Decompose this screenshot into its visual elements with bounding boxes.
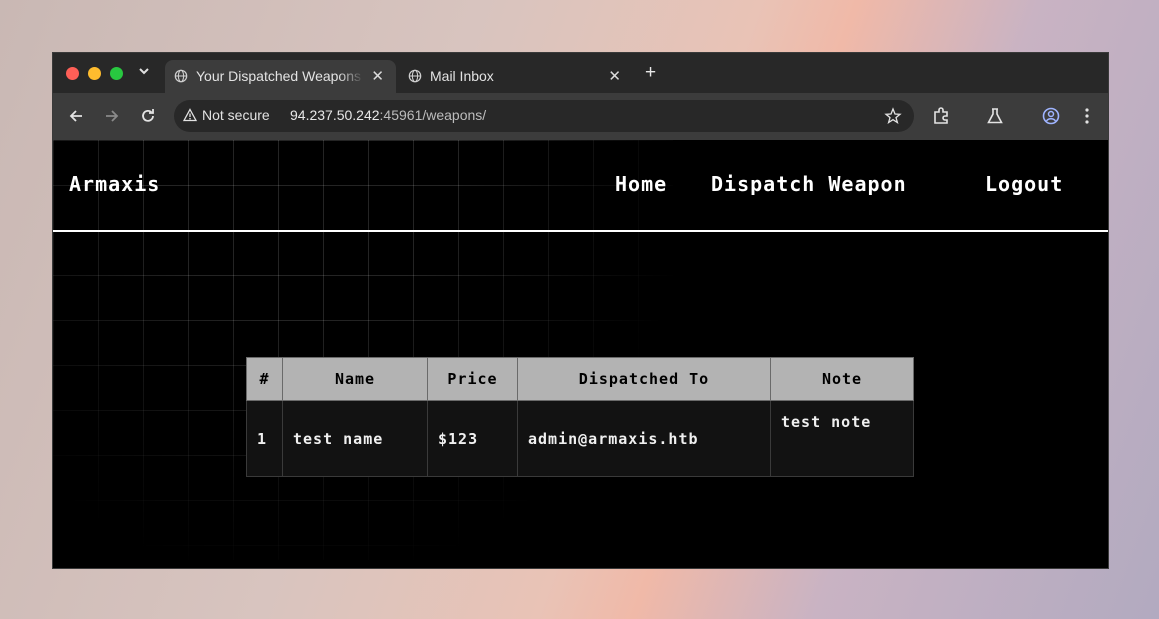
back-icon[interactable] [66,106,86,126]
table-row: 1 test name $123 admin@armaxis.htb test … [246,400,914,477]
url-text[interactable]: 94.237.50.242:45961/weapons/ [290,107,486,123]
url-path: :45961/weapons/ [379,107,487,123]
cell-price: $123 [427,400,518,477]
browser-window: Your Dispatched Weapons ✕ Mail Inbox ✕ +… [52,52,1109,569]
close-tab-icon[interactable]: ✕ [608,67,621,85]
tab-dispatched-weapons[interactable]: Your Dispatched Weapons ✕ [165,60,396,93]
site-header: Armaxis Home Dispatch Weapon Logout [53,140,1108,232]
close-tab-icon[interactable]: ✕ [371,67,384,85]
labs-flask-icon[interactable] [985,106,1005,126]
nav-home-link[interactable]: Home [615,172,667,196]
tab-strip: Your Dispatched Weapons ✕ Mail Inbox ✕ + [53,53,1108,93]
page-viewport: Armaxis Home Dispatch Weapon Logout # Na… [53,140,1108,568]
weapons-table: # Name Price Dispatched To Note 1 test n… [246,357,914,477]
chevron-down-icon [139,68,149,75]
nav-dispatch-weapon-link[interactable]: Dispatch Weapon [711,172,907,196]
tab-mail-inbox[interactable]: Mail Inbox ✕ [399,60,633,93]
url-host: 94.237.50.242 [290,107,380,123]
browser-toolbar: Not secure 94.237.50.242:45961/weapons/ [53,93,1108,140]
minimize-window-button[interactable] [88,67,101,80]
cell-note: test note [770,400,914,477]
cell-dispatched-to: admin@armaxis.htb [517,400,771,477]
maximize-window-button[interactable] [110,67,123,80]
column-header-price: Price [427,357,518,401]
security-indicator[interactable]: Not secure [182,107,270,123]
table-header-row: # Name Price Dispatched To Note [246,357,914,401]
site-brand[interactable]: Armaxis [69,172,160,196]
cell-number: 1 [246,400,283,477]
cell-name: test name [282,400,428,477]
extensions-icon[interactable] [931,106,951,126]
security-label: Not secure [202,107,270,123]
reload-icon[interactable] [138,106,158,126]
forward-icon[interactable] [102,106,122,126]
profile-icon[interactable] [1041,106,1061,126]
address-bar[interactable]: Not secure 94.237.50.242:45961/weapons/ [174,100,914,132]
nav-logout-link[interactable]: Logout [985,172,1063,196]
column-header-name: Name [282,357,428,401]
close-window-button[interactable] [66,67,79,80]
tab-title: Your Dispatched Weapons [196,68,361,84]
globe-icon [408,69,422,83]
column-header-note: Note [770,357,914,401]
more-menu-icon[interactable] [1077,106,1097,126]
column-header-dispatched-to: Dispatched To [517,357,771,401]
globe-icon [174,69,188,83]
new-tab-button[interactable]: + [645,62,656,84]
warning-icon [182,108,198,122]
column-header-number: # [246,357,283,401]
tab-search-button[interactable] [133,61,155,85]
tab-title: Mail Inbox [430,68,494,84]
bookmark-star-icon[interactable] [884,107,902,125]
